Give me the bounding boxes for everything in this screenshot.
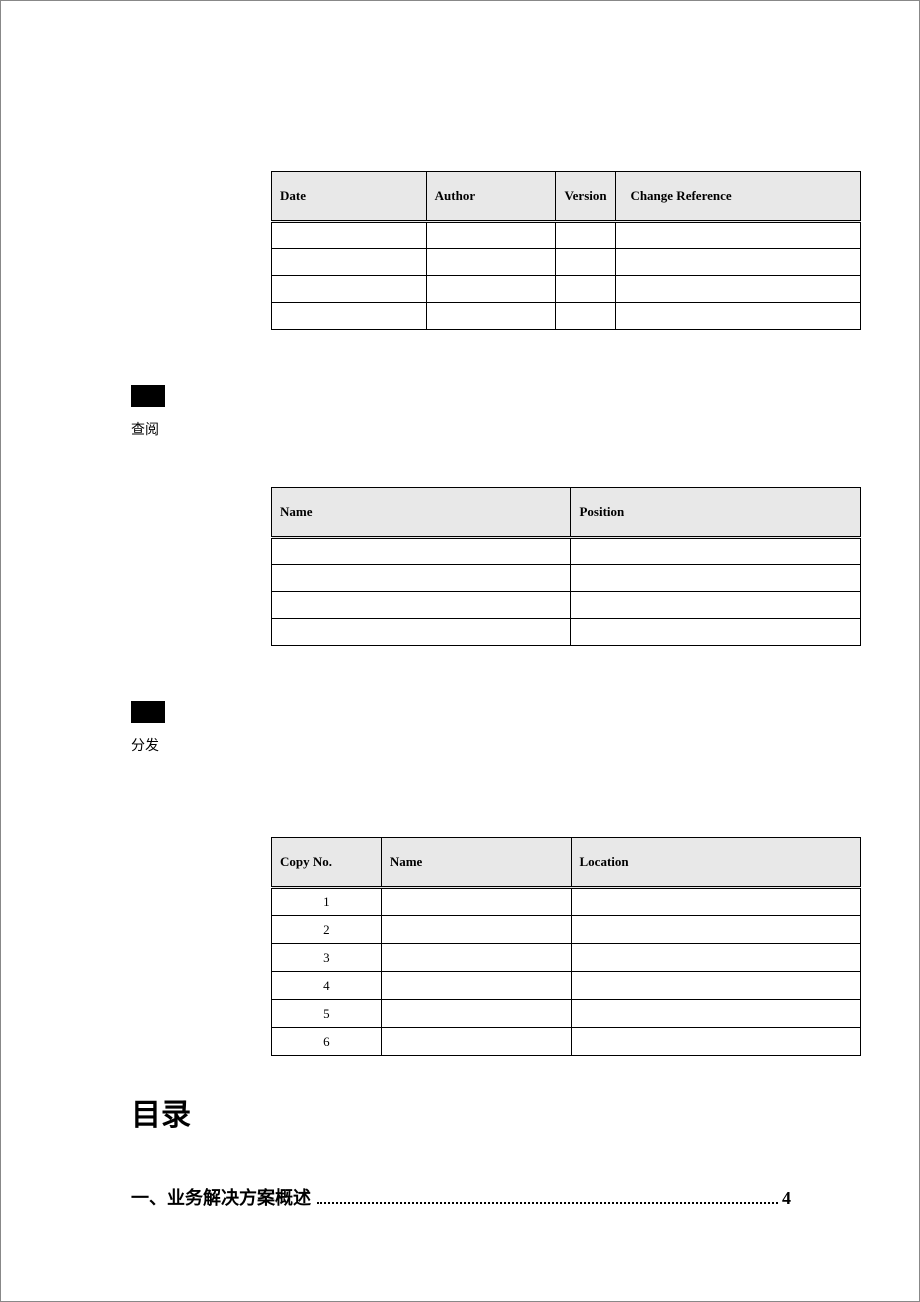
- table-header-row: Date Author Version Change Reference: [272, 172, 861, 222]
- cell: 3: [272, 944, 382, 972]
- cell: 6: [272, 1028, 382, 1056]
- table-row: 2: [272, 916, 861, 944]
- col-position: Position: [571, 488, 861, 538]
- table-header-row: Copy No. Name Location: [272, 838, 861, 888]
- table-row: [272, 249, 861, 276]
- table-row: [272, 303, 861, 330]
- cell: [381, 1000, 571, 1028]
- section-distribute: 分发: [131, 701, 859, 755]
- table-row: [272, 538, 861, 565]
- toc-leader-dots: [317, 1190, 778, 1204]
- cell: [556, 249, 616, 276]
- toc-entry: 一、业务解决方案概述 4: [131, 1184, 791, 1210]
- cell: [272, 249, 427, 276]
- document-page: Date Author Version Change Reference 查阅 …: [0, 0, 920, 1302]
- col-name: Name: [272, 488, 571, 538]
- toc-heading: 目录: [131, 1090, 859, 1134]
- cell: [616, 276, 861, 303]
- col-copyno: Copy No.: [272, 838, 382, 888]
- cell: [426, 222, 556, 249]
- section-label-review: 查阅: [131, 419, 859, 439]
- cell: [272, 592, 571, 619]
- table-row: 4: [272, 972, 861, 1000]
- cell: [272, 222, 427, 249]
- table-row: [272, 592, 861, 619]
- cell: [571, 916, 861, 944]
- cell: 5: [272, 1000, 382, 1028]
- col-author: Author: [426, 172, 556, 222]
- black-marker-icon: [131, 701, 165, 723]
- cell: [556, 222, 616, 249]
- cell: [381, 888, 571, 916]
- cell: [616, 249, 861, 276]
- review-table: Name Position: [271, 487, 861, 646]
- cell: [616, 303, 861, 330]
- col-version: Version: [556, 172, 616, 222]
- cell: [571, 1028, 861, 1056]
- cell: [571, 592, 861, 619]
- cell: [571, 888, 861, 916]
- col-name: Name: [381, 838, 571, 888]
- cell: [426, 249, 556, 276]
- cell: [571, 972, 861, 1000]
- toc-entry-page: 4: [782, 1188, 791, 1209]
- content-area: Date Author Version Change Reference 查阅 …: [1, 1, 919, 1210]
- cell: [272, 538, 571, 565]
- cell: [272, 276, 427, 303]
- cell: [556, 276, 616, 303]
- cell: [571, 565, 861, 592]
- distribute-table: Copy No. Name Location 1 2 3 4 5 6: [271, 837, 861, 1056]
- cell: 2: [272, 916, 382, 944]
- table-row: 3: [272, 944, 861, 972]
- col-date: Date: [272, 172, 427, 222]
- cell: [381, 944, 571, 972]
- table-row: 1: [272, 888, 861, 916]
- table-row: [272, 276, 861, 303]
- table-row: 5: [272, 1000, 861, 1028]
- black-marker-icon: [131, 385, 165, 407]
- cell: [426, 276, 556, 303]
- cell: [381, 916, 571, 944]
- table-row: [272, 565, 861, 592]
- section-review: 查阅: [131, 385, 859, 439]
- cell: [272, 565, 571, 592]
- col-location: Location: [571, 838, 861, 888]
- toc-entry-text: 一、业务解决方案概述: [131, 1184, 311, 1210]
- col-change-ref: Change Reference: [616, 172, 861, 222]
- cell: [381, 1028, 571, 1056]
- cell: 1: [272, 888, 382, 916]
- section-label-distribute: 分发: [131, 735, 859, 755]
- cell: [556, 303, 616, 330]
- cell: [571, 538, 861, 565]
- cell: [571, 1000, 861, 1028]
- cell: [381, 972, 571, 1000]
- cell: [571, 619, 861, 646]
- cell: [272, 303, 427, 330]
- cell: [426, 303, 556, 330]
- table-header-row: Name Position: [272, 488, 861, 538]
- table-row: [272, 222, 861, 249]
- cell: [571, 944, 861, 972]
- cell: [616, 222, 861, 249]
- cell: 4: [272, 972, 382, 1000]
- table-row: [272, 619, 861, 646]
- cell: [272, 619, 571, 646]
- change-history-table: Date Author Version Change Reference: [271, 171, 861, 330]
- table-row: 6: [272, 1028, 861, 1056]
